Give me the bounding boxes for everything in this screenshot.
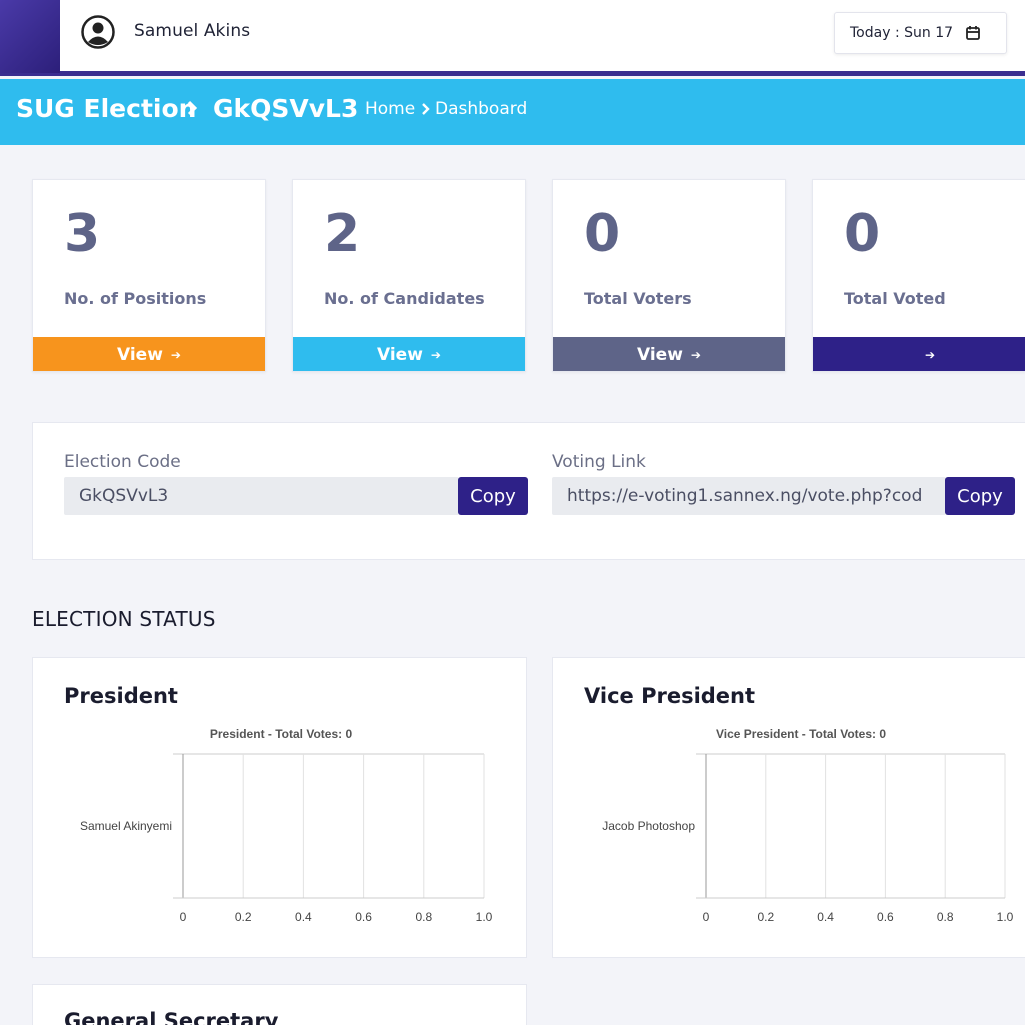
positions-card: 3 No. of Positions View ➔ <box>32 179 266 372</box>
copy-link-button[interactable]: Copy <box>945 477 1015 515</box>
election-code-field[interactable]: GkQSVvL3 <box>64 477 459 515</box>
copy-code-button[interactable]: Copy <box>458 477 528 515</box>
x-tick-label: 0.6 <box>877 910 894 924</box>
candidates-card: 2 No. of Candidates View ➔ <box>292 179 526 372</box>
chart-title: President - Total Votes: 0 <box>210 727 353 741</box>
general-secretary-chart-card: General Secretary <box>32 984 527 1025</box>
y-category-label: Jacob Photoshop <box>602 819 695 833</box>
x-tick-label: 0.8 <box>415 910 432 924</box>
date-label: Today : Sun 17 <box>850 25 954 41</box>
stat-value: 0 <box>584 204 621 264</box>
arrow-right-icon: ➔ <box>430 348 441 362</box>
stat-value: 2 <box>324 204 361 264</box>
voters-card: 0 Total Voters View ➔ <box>552 179 786 372</box>
election-code-title: GkQSVvL3 <box>213 94 359 123</box>
voting-link-label: Voting Link <box>552 452 646 472</box>
arrow-right-icon: ➔ <box>690 348 701 362</box>
stat-label: Total Voted <box>844 289 946 308</box>
x-tick-label: 1.0 <box>476 910 493 924</box>
voted-card: 0 Total Voted ➔ <box>812 179 1025 372</box>
stat-label: No. of Positions <box>64 289 207 308</box>
sidebar-toggle[interactable] <box>0 0 60 73</box>
vice-president-chart: Vice President - Total Votes: 0 0 0.2 0.4 0.… <box>602 727 1014 924</box>
user-name[interactable]: Samuel Akins <box>134 21 250 41</box>
president-chart-card: President President - Total Votes: 0 0 0.2… <box>32 657 527 958</box>
president-chart: President - Total Votes: 0 0 0.2 0.4 0.6 0.8 1… <box>80 727 493 924</box>
top-navbar: Samuel Akins Today : Sun 17 <box>0 0 1025 76</box>
page-header: SUG Election GkQSVvL3 Home Dashboard <box>0 79 1025 145</box>
calendar-icon <box>966 26 980 40</box>
stat-label: Total Voters <box>584 289 692 308</box>
y-category-label: Samuel Akinyemi <box>80 819 172 833</box>
x-tick-label: 0 <box>703 910 710 924</box>
election-links-panel: Election Code GkQSVvL3 Copy Voting Link … <box>32 422 1025 560</box>
date-display[interactable]: Today : Sun 17 <box>834 12 1007 54</box>
x-tick-label: 0.4 <box>295 910 312 924</box>
user-avatar-icon[interactable] <box>81 15 115 49</box>
stat-value: 3 <box>64 204 101 264</box>
x-tick-label: 0 <box>180 910 187 924</box>
x-tick-label: 0.8 <box>937 910 954 924</box>
button-label: View <box>637 345 683 365</box>
arrow-right-icon: ➔ <box>170 348 181 362</box>
chevron-right-icon <box>187 100 198 116</box>
position-title: Vice President <box>584 684 756 708</box>
stat-label: No. of Candidates <box>324 289 485 308</box>
chart-title: Vice President - Total Votes: 0 <box>716 727 886 741</box>
election-code-label: Election Code <box>64 452 181 472</box>
x-tick-label: 0.2 <box>757 910 774 924</box>
vice-president-chart-card: Vice President Vice President - Total Vo… <box>552 657 1025 958</box>
breadcrumb-home[interactable]: Home <box>365 99 415 119</box>
position-title: President <box>64 684 178 708</box>
x-tick-label: 1.0 <box>997 910 1014 924</box>
section-title: ELECTION STATUS <box>32 607 216 631</box>
view-candidates-button[interactable]: View ➔ <box>293 337 525 371</box>
x-tick-label: 0.6 <box>355 910 372 924</box>
x-tick-label: 0.4 <box>817 910 834 924</box>
position-title: General Secretary <box>64 1009 279 1025</box>
arrow-right-icon: ➔ <box>924 348 936 362</box>
view-positions-button[interactable]: View ➔ <box>33 337 265 371</box>
page-title: SUG Election <box>16 94 197 123</box>
x-tick-label: 0.2 <box>235 910 252 924</box>
button-label: View <box>117 345 163 365</box>
chevron-right-icon <box>422 103 430 115</box>
view-voted-button[interactable]: ➔ <box>813 337 1025 371</box>
view-voters-button[interactable]: View ➔ <box>553 337 785 371</box>
button-label: View <box>377 345 423 365</box>
breadcrumb-dashboard[interactable]: Dashboard <box>435 99 527 119</box>
stat-value: 0 <box>844 204 881 264</box>
voting-link-field[interactable]: https://e-voting1.sannex.ng/vote.php?cod <box>552 477 946 515</box>
